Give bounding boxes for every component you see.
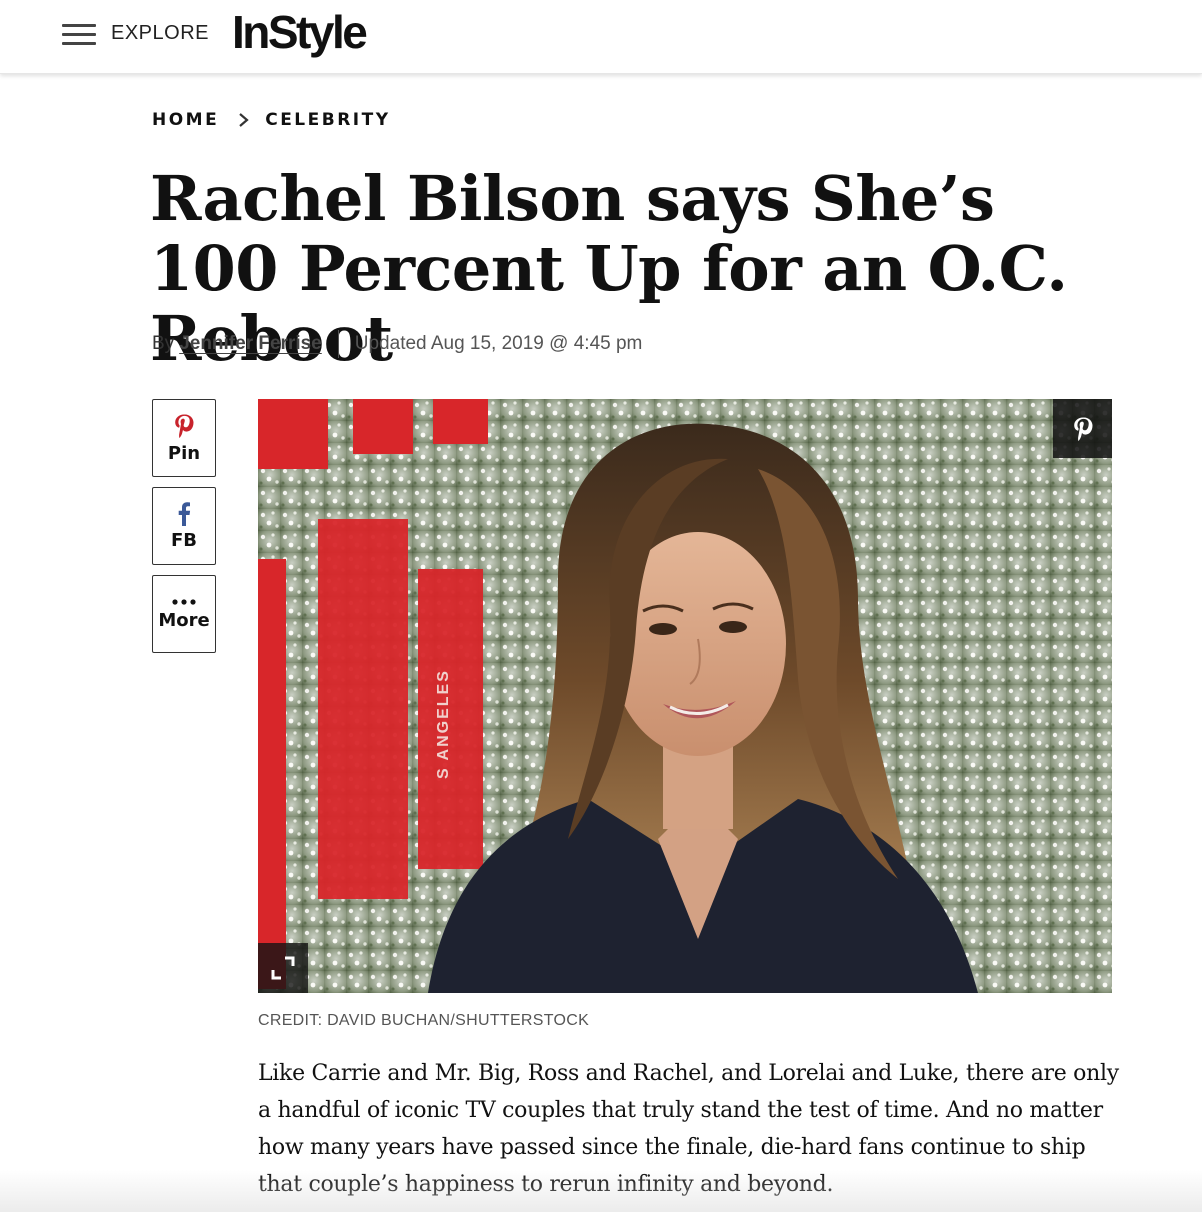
image-expand-button[interactable] [258, 943, 308, 993]
chevron-right-icon [239, 113, 249, 127]
breadcrumb-section-link[interactable]: CELEBRITY [265, 110, 390, 130]
more-label: More [158, 609, 210, 631]
updated-timestamp: Updated Aug 15, 2019 @ 4:45 pm [354, 333, 643, 354]
byline-divider [337, 330, 339, 358]
image-credit: CREDIT: DAVID BUCHAN/SHUTTERSTOCK [258, 1012, 590, 1029]
instyle-logo[interactable]: InStyle [232, 4, 368, 60]
article-byline: By Jennifer Ferrise Updated Aug 15, 2019… [152, 330, 642, 358]
fb-label: FB [170, 529, 197, 551]
share-more-button[interactable]: More [152, 575, 216, 653]
by-label: By [152, 333, 175, 354]
hero-photo: S ANGELES [258, 399, 1112, 993]
author-link[interactable]: Jennifer Ferrise [179, 333, 322, 355]
breadcrumb-home-link[interactable]: HOME [152, 110, 219, 130]
share-facebook-button[interactable]: FB [152, 487, 216, 565]
top-nav-bar: EXPLORE InStyle [0, 0, 1202, 74]
backdrop-text: S ANGELES [435, 669, 452, 779]
pinterest-icon [1073, 417, 1092, 441]
share-pin-button[interactable]: Pin [152, 399, 216, 477]
breadcrumb: HOME CELEBRITY [152, 110, 391, 130]
facebook-icon [178, 501, 191, 526]
more-dots-icon [172, 598, 196, 605]
pinterest-icon [175, 414, 194, 438]
article-body-paragraph: Like Carrie and Mr. Big, Ross and Rachel… [258, 1061, 1119, 1197]
pin-label: Pin [167, 442, 201, 464]
explore-menu-link[interactable]: EXPLORE [111, 22, 209, 45]
hamburger-menu-icon[interactable] [62, 24, 96, 46]
image-pin-button[interactable] [1053, 399, 1112, 458]
expand-icon [271, 956, 295, 980]
hero-image: S ANGELES [258, 399, 1112, 993]
